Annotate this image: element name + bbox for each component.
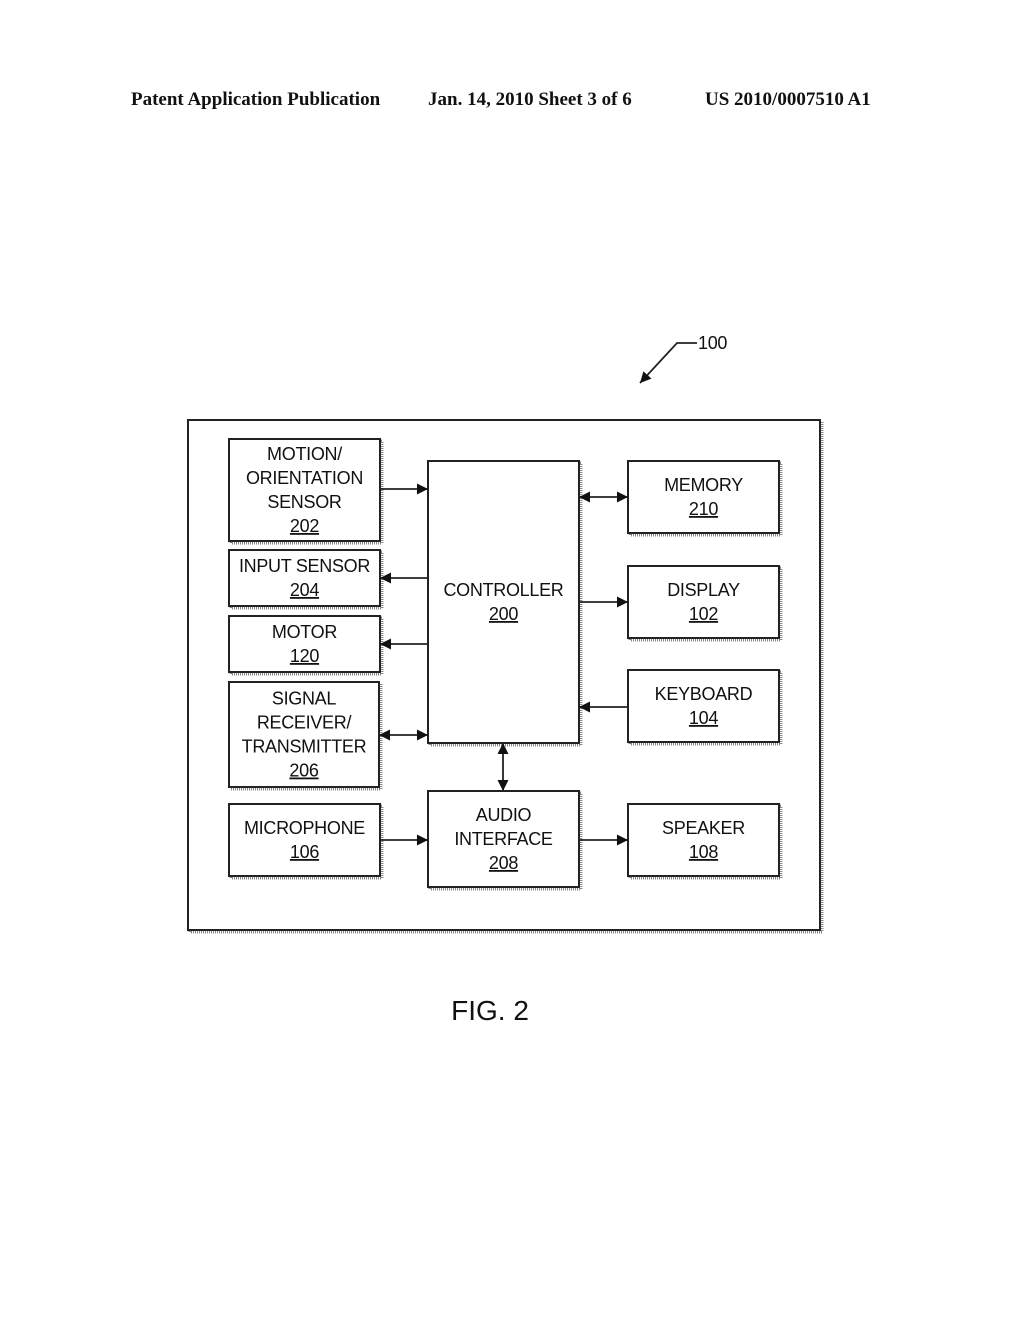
- block-number: 108: [689, 842, 718, 862]
- block-label: INTERFACE: [454, 829, 553, 849]
- block-number: 102: [689, 604, 718, 624]
- block-border: [627, 565, 780, 639]
- block-label: MICROPHONE: [244, 818, 365, 838]
- block-number: 206: [289, 761, 318, 781]
- block-label: SENSOR: [267, 492, 342, 512]
- block-label: DISPLAY: [667, 580, 740, 600]
- block-border: [228, 803, 381, 877]
- block-label: MEMORY: [664, 475, 743, 495]
- block-motion-sensor: MOTION/ORIENTATION SENSOR 202: [228, 438, 384, 545]
- block-label: ORIENTATION: [246, 468, 363, 488]
- block-number: 210: [689, 499, 718, 519]
- block-motor: MOTOR 120: [228, 615, 384, 676]
- block-audio: AUDIO INTERFACE 208: [427, 790, 583, 891]
- block-controller: CONTROLLER 200: [427, 460, 583, 747]
- block-number: 202: [290, 516, 319, 536]
- block-border: [627, 803, 780, 877]
- block-label: CONTROLLER: [443, 580, 563, 600]
- block-border: [627, 669, 780, 743]
- figure-label: FIG. 2: [451, 995, 529, 1026]
- block-memory: MEMORY 210: [627, 460, 783, 537]
- reference-number: 100: [698, 333, 727, 353]
- block-label: SIGNAL: [272, 689, 337, 709]
- block-number: 204: [290, 580, 319, 600]
- block-label: AUDIO: [476, 805, 532, 825]
- block-diagram: 100 MOTION/ORIENTATION SENSOR 202 INPUT SEN…: [187, 333, 824, 1026]
- reference-pointer: 100: [639, 333, 728, 384]
- block-border: [427, 460, 580, 744]
- block-number: 200: [489, 604, 518, 624]
- block-label: INPUT SENSOR: [239, 556, 370, 576]
- block-label: MOTION/: [267, 444, 342, 464]
- block-display: DISPLAY 102: [627, 565, 783, 642]
- block-number: 104: [689, 708, 718, 728]
- block-border: [627, 460, 780, 534]
- block-microphone: MICROPHONE 106: [228, 803, 384, 880]
- block-input-sensor: INPUT SENSOR 204: [228, 549, 384, 610]
- block-number: 106: [290, 842, 319, 862]
- block-label: TRANSMITTER: [242, 737, 367, 757]
- block-keyboard: KEYBOARD 104: [627, 669, 783, 746]
- block-label: MOTOR: [272, 622, 337, 642]
- reference-arrow: [639, 342, 697, 384]
- block-label: KEYBOARD: [655, 684, 753, 704]
- block-label: SPEAKER: [662, 818, 745, 838]
- block-label: RECEIVER/: [257, 713, 352, 733]
- block-number: 208: [489, 853, 518, 873]
- block-number: 120: [290, 646, 319, 666]
- block-signal: SIGNAL RECEIVER/TRANSMITTER 206: [228, 681, 383, 791]
- block-speaker: SPEAKER 108: [627, 803, 783, 880]
